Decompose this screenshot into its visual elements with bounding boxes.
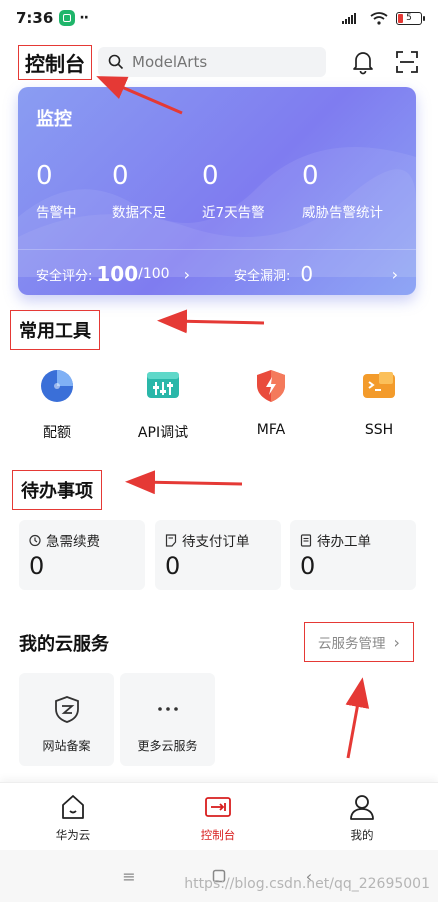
stat-alarming[interactable]: 0 告警中: [36, 161, 77, 221]
vuln-value: 0: [300, 262, 314, 286]
system-nav-bar: ≡ ‹ https://blog.csdn.net/qq_22695001: [0, 850, 438, 902]
tool-api-debug[interactable]: API调试: [118, 368, 208, 442]
monitor-title: 监控: [36, 109, 72, 130]
stat-label: 近7天告警: [202, 205, 265, 221]
stat-value: 0: [302, 161, 319, 191]
quota-icon: [41, 370, 73, 402]
stat-value: 0: [202, 161, 219, 191]
stat-7day-alarms[interactable]: 0 近7天告警: [202, 161, 265, 221]
ssh-icon: [363, 372, 395, 398]
notification-dots: ··: [79, 10, 89, 26]
security-score-row: 安全评分: 100 /100 › 安全漏洞: 0 ›: [36, 257, 398, 291]
tab-huaweicloud[interactable]: 华为云: [33, 793, 113, 843]
service-more[interactable]: 更多云服务: [120, 673, 215, 766]
annotation-arrow: [125, 470, 243, 495]
console-icon: [205, 797, 231, 817]
todo-count: 0: [300, 552, 316, 580]
todo-head: 待办工单: [300, 530, 406, 550]
website-filing-icon: [54, 696, 79, 723]
chevron-right-icon[interactable]: ›: [392, 265, 398, 284]
score-max: /100: [138, 266, 170, 282]
tool-label: 配额: [43, 425, 71, 441]
home-icon: [62, 795, 84, 819]
search-icon: [108, 54, 124, 70]
console-page: 7:36 ·· 5 控制台 ModelArts 监控 0 告警中 0 数据不足 …: [0, 0, 438, 902]
tab-label: 华为云: [55, 828, 91, 842]
tab-label: 控制台: [200, 828, 236, 842]
api-debug-icon: [147, 372, 179, 398]
service-manage-link[interactable]: 云服务管理 ›: [304, 622, 414, 662]
chevron-right-icon[interactable]: ›: [184, 265, 190, 284]
todo-head: 待支付订单: [165, 530, 271, 550]
tab-mine[interactable]: 我的: [322, 793, 402, 843]
bell-icon: [353, 52, 373, 75]
tools-title: 常用工具: [10, 310, 100, 350]
todo-unpaid-orders[interactable]: 待支付订单 0: [155, 520, 281, 590]
score-label: 安全评分:: [36, 268, 93, 284]
tool-mfa[interactable]: MFA: [226, 368, 316, 438]
status-bar: 7:36 ·· 5: [0, 0, 438, 36]
todo-title: 待办事项: [12, 470, 102, 510]
security-app-icon: [59, 10, 76, 26]
scan-icon: [396, 51, 418, 73]
todo-head: 急需续费: [29, 530, 135, 550]
stat-label: 威胁告警统计: [302, 205, 383, 221]
tool-ssh[interactable]: SSH: [334, 368, 424, 438]
bottom-tab-bar: 华为云 控制台 我的: [0, 782, 438, 850]
wifi-icon: [370, 11, 388, 25]
stat-insufficient-data[interactable]: 0 数据不足: [112, 161, 166, 221]
service-label: 网站备案: [42, 739, 91, 753]
stat-label: 告警中: [36, 205, 77, 221]
status-time: 7:36: [16, 9, 54, 27]
stat-label: 数据不足: [112, 205, 166, 221]
todo-tickets[interactable]: 待办工单 0: [290, 520, 416, 590]
service-label: 更多云服务: [137, 739, 198, 753]
annotation-arrow: [345, 677, 370, 759]
vuln-label: 安全漏洞:: [234, 268, 291, 284]
monitor-card[interactable]: 监控 0 告警中 0 数据不足 0 近7天告警 0 威胁告警统计 安全评分: 1…: [18, 87, 416, 295]
notification-button[interactable]: [350, 49, 376, 75]
console-header: 控制台: [0, 44, 438, 80]
page-title: 控制台: [18, 44, 92, 80]
score-value: 100: [96, 262, 139, 286]
tools-grid: 配额 API调试 MFA SSH: [0, 368, 438, 446]
tool-label: API调试: [137, 425, 189, 441]
tool-label: MFA: [256, 422, 286, 438]
watermark: https://blog.csdn.net/qq_22695001: [184, 876, 430, 892]
order-icon: [165, 533, 177, 547]
stat-value: 0: [112, 161, 129, 191]
tab-console[interactable]: 控制台: [178, 793, 258, 843]
todo-label: 待办工单: [317, 534, 371, 550]
tool-label: SSH: [364, 422, 394, 438]
services-title: 我的云服务: [19, 634, 109, 655]
battery-level: 5: [406, 13, 412, 23]
clock-icon: [29, 534, 41, 546]
chevron-right-icon: ›: [393, 632, 400, 652]
todo-renewal[interactable]: 急需续费 0: [19, 520, 145, 590]
todo-count: 0: [29, 552, 45, 580]
todo-label: 急需续费: [46, 534, 100, 550]
mfa-icon: [257, 370, 285, 402]
search-input[interactable]: [132, 53, 312, 71]
stat-threat-alarms[interactable]: 0 威胁告警统计: [302, 161, 383, 221]
user-icon: [350, 795, 374, 820]
ticket-icon: [300, 533, 312, 547]
todo-count: 0: [165, 552, 181, 580]
todo-label: 待支付订单: [182, 534, 250, 550]
tool-quota[interactable]: 配额: [12, 368, 102, 442]
service-manage-label: 云服务管理: [318, 636, 386, 652]
divider: [18, 249, 416, 250]
signal-icon: [342, 13, 356, 24]
tab-label: 我的: [350, 828, 374, 842]
service-website-filing[interactable]: 网站备案: [19, 673, 114, 766]
search-bar[interactable]: [98, 47, 326, 77]
menu-icon[interactable]: ≡: [118, 866, 140, 886]
scan-button[interactable]: [394, 49, 420, 75]
annotation-arrow: [157, 309, 265, 334]
stat-value: 0: [36, 161, 53, 191]
more-icon: [157, 707, 178, 711]
battery-icon: 5: [396, 11, 425, 25]
status-indicators: 5: [342, 11, 425, 25]
